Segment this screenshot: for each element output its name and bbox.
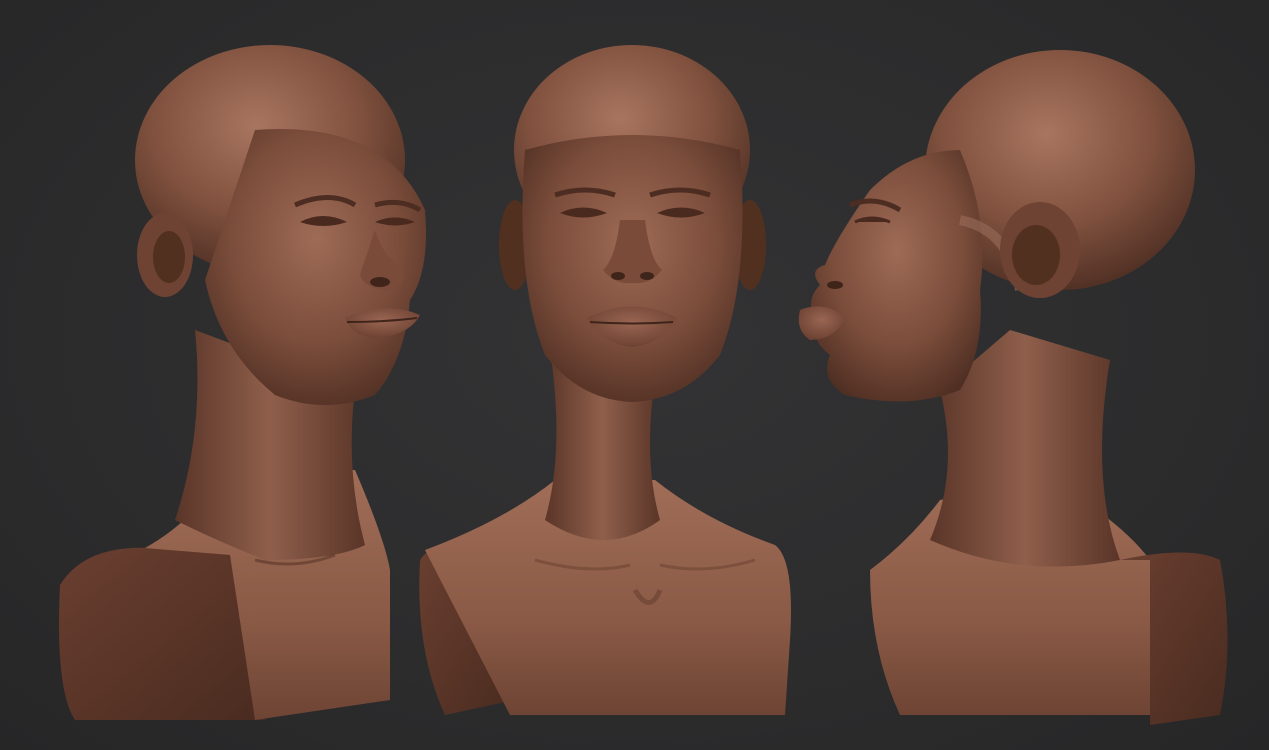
render-viewport bbox=[0, 0, 1269, 750]
bust-three-quarter-view bbox=[55, 0, 435, 730]
bust-three-quarter-figure bbox=[59, 45, 426, 720]
bust-profile-view bbox=[790, 0, 1240, 730]
bust-front-view bbox=[415, 0, 795, 730]
bust-profile-figure bbox=[798, 50, 1228, 725]
bust-front-figure bbox=[419, 45, 791, 715]
